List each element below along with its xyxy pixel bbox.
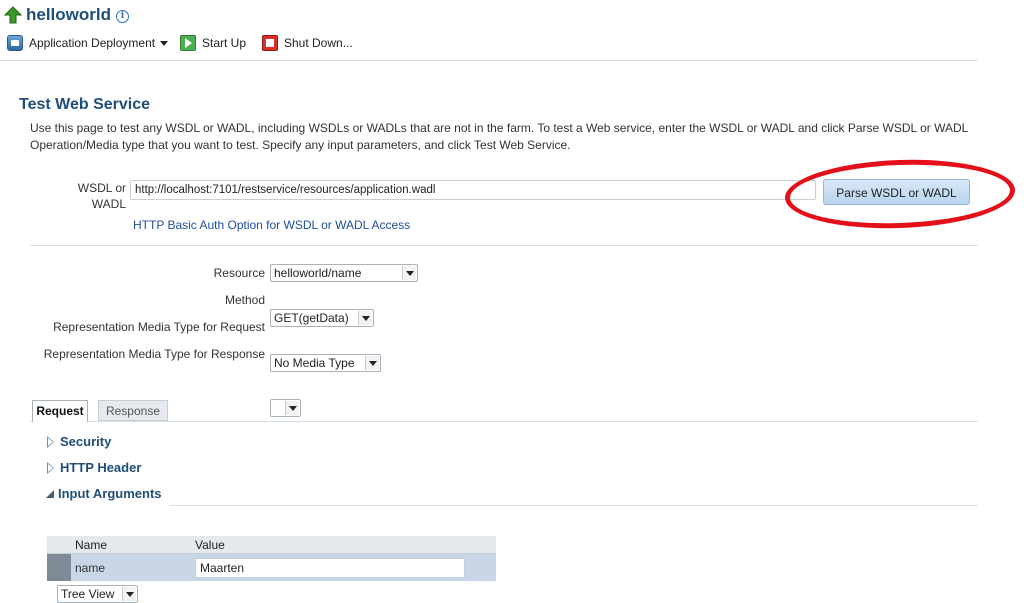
view-mode-select[interactable]: Tree View [57, 585, 138, 603]
response-media-type-label: Representation Media Type for Response [43, 347, 265, 361]
method-label: Method [224, 293, 265, 307]
page-title: Test Web Service [19, 96, 151, 113]
request-media-type-value: No Media Type [274, 356, 355, 370]
method-select[interactable]: GET(getData) [270, 309, 374, 327]
app-name: helloworld [26, 5, 111, 24]
wsdl-label-line-2: WADL [91, 197, 126, 211]
request-media-type-label: Representation Media Type for Request [53, 320, 265, 334]
chevron-down-icon [358, 311, 372, 325]
info-icon[interactable]: i [116, 10, 129, 23]
page-description: Use this page to test any WSDL or WADL, … [30, 120, 978, 154]
shut-down-label: Shut Down... [284, 36, 353, 50]
tab-request[interactable]: Request [32, 400, 88, 422]
header-end-cell [476, 536, 496, 554]
resource-value: helloworld/name [274, 266, 362, 280]
input-arguments-section-label: Input Arguments [58, 486, 162, 501]
header-divider [0, 60, 978, 61]
arg-value-input[interactable] [195, 557, 465, 578]
wsdl-label: WSDL or WADL [66, 180, 126, 212]
expand-icon [47, 435, 54, 448]
header-gutter-cell [47, 536, 71, 554]
table-row[interactable]: name [47, 553, 496, 581]
security-section-label: Security [60, 434, 112, 449]
description-line-2: Operation/Media type that you want to te… [30, 138, 571, 152]
collapse-icon [46, 489, 54, 498]
deployment-label: Application Deployment [29, 36, 156, 50]
response-media-type-select[interactable] [270, 399, 301, 417]
chevron-down-icon [122, 587, 136, 601]
input-arguments-table: Name Value name [47, 536, 496, 581]
view-mode-value: Tree View [61, 587, 115, 601]
form-divider [30, 245, 978, 246]
deployment-icon [7, 35, 23, 51]
input-arguments-divider [170, 505, 978, 506]
method-value: GET(getData) [274, 311, 349, 325]
input-arguments-section-toggle[interactable]: Input Arguments [46, 486, 162, 501]
http-header-section-toggle[interactable]: HTTP Header [47, 460, 141, 475]
application-deployment-menu[interactable]: Application Deployment [7, 34, 169, 52]
arg-value-cell [191, 553, 476, 581]
play-icon [180, 35, 196, 51]
row-end-cell [476, 553, 496, 581]
description-line-1: Use this page to test any WSDL or WADL, … [30, 121, 969, 135]
http-header-section-label: HTTP Header [60, 460, 142, 475]
start-up-button[interactable]: Start Up [180, 34, 246, 52]
start-up-label: Start Up [202, 36, 247, 50]
column-header-name: Name [71, 536, 191, 554]
highlight-annotation [783, 156, 1017, 232]
request-media-type-select[interactable]: No Media Type [270, 354, 381, 372]
shut-down-button[interactable]: Shut Down... [262, 34, 353, 52]
resource-select[interactable]: helloworld/name [270, 264, 418, 282]
wsdl-label-line-1: WSDL or [77, 181, 126, 195]
expand-icon [47, 461, 54, 474]
chevron-down-icon [365, 356, 379, 370]
wsdl-url-input[interactable] [130, 180, 816, 200]
chevron-down-icon [160, 40, 169, 46]
tab-response[interactable]: Response [98, 400, 168, 421]
chevron-down-icon [285, 401, 299, 415]
tab-strip-divider [88, 421, 978, 422]
stop-icon [262, 35, 278, 51]
row-gutter-cell [47, 553, 71, 581]
tab-strip-divider-left [30, 421, 32, 422]
http-basic-auth-link[interactable]: HTTP Basic Auth Option for WSDL or WADL … [133, 218, 410, 232]
resource-label: Resource [213, 266, 265, 280]
column-header-value: Value [191, 536, 476, 554]
security-section-toggle[interactable]: Security [47, 434, 111, 449]
up-arrow-icon [4, 6, 22, 24]
chevron-down-icon [402, 266, 416, 280]
table-header-row: Name Value [47, 536, 496, 554]
arg-name-cell: name [71, 553, 191, 581]
